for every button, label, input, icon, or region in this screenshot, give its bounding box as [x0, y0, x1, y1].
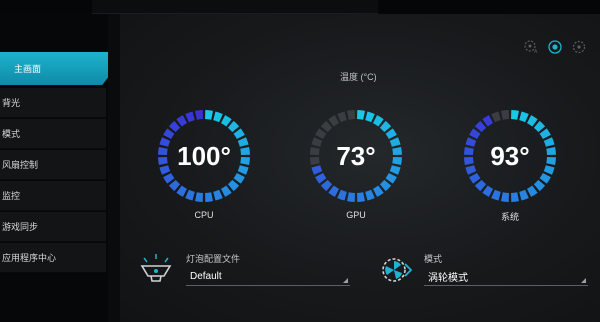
temperature-title: 温度 (°C) — [340, 72, 377, 82]
bulb-icon — [138, 252, 174, 291]
mode-label: 模式 — [424, 254, 443, 264]
main-panel: A 温度 (°C) 100° CPU 73° GPU 93° 系统 灯泡配置文件… — [108, 14, 600, 322]
fan-icon[interactable] — [572, 40, 586, 54]
sidebar-item-backlight[interactable]: 背光 — [0, 88, 106, 118]
sidebar-item-label: 背光 — [2, 98, 21, 108]
sidebar-item-game-sync[interactable]: 游戏同步 — [0, 212, 106, 242]
sidebar-item-mode[interactable]: 模式 — [0, 119, 106, 149]
sidebar-item-app-center[interactable]: 应用程序中心 — [0, 243, 106, 273]
sidebar-item-label: 应用程序中心 — [2, 253, 57, 263]
sidebar: 主画面 背光 模式 风扇控制 监控 游戏同步 应用程序中心 — [0, 14, 112, 322]
system-label: 系统 — [500, 212, 519, 222]
top-bar-right — [378, 0, 600, 14]
svg-text:A: A — [534, 49, 538, 54]
top-bar-notch — [92, 0, 378, 14]
sidebar-item-label: 主画面 — [14, 64, 42, 74]
sidebar-item-fan-control[interactable]: 风扇控制 — [0, 150, 106, 180]
bulb-profile-select[interactable]: Default — [186, 268, 350, 286]
sidebar-item-label: 模式 — [2, 129, 21, 139]
gpu-gauge: 73° — [308, 108, 404, 204]
fan-auto-icon[interactable]: A — [524, 40, 538, 55]
gpu-temp-value: 73° — [336, 140, 376, 171]
sidebar-item-home[interactable]: 主画面 — [0, 52, 108, 86]
sidebar-item-label: 游戏同步 — [2, 222, 39, 232]
bulb-profile-label: 灯泡配置文件 — [186, 254, 241, 264]
bulb-profile-value: Default — [190, 271, 222, 282]
turbo-fan-icon — [380, 254, 414, 291]
top-icons: A — [524, 40, 586, 55]
mode-select[interactable]: 涡轮模式 — [424, 268, 588, 286]
sidebar-item-label: 风扇控制 — [2, 160, 39, 170]
dropdown-arrow-icon — [581, 278, 586, 283]
power-icon[interactable] — [548, 40, 562, 54]
sidebar-item-label: 监控 — [2, 191, 21, 201]
cpu-gauge: 100° — [156, 108, 252, 204]
cpu-label: CPU — [194, 210, 214, 220]
sidebar-item-monitor[interactable]: 监控 — [0, 181, 106, 211]
system-temp-value: 93° — [490, 140, 530, 171]
system-gauge: 93° — [462, 108, 558, 204]
mode-value: 涡轮模式 — [428, 273, 468, 284]
cpu-temp-value: 100° — [177, 140, 231, 171]
dropdown-arrow-icon — [343, 278, 348, 283]
gpu-label: GPU — [346, 210, 366, 220]
